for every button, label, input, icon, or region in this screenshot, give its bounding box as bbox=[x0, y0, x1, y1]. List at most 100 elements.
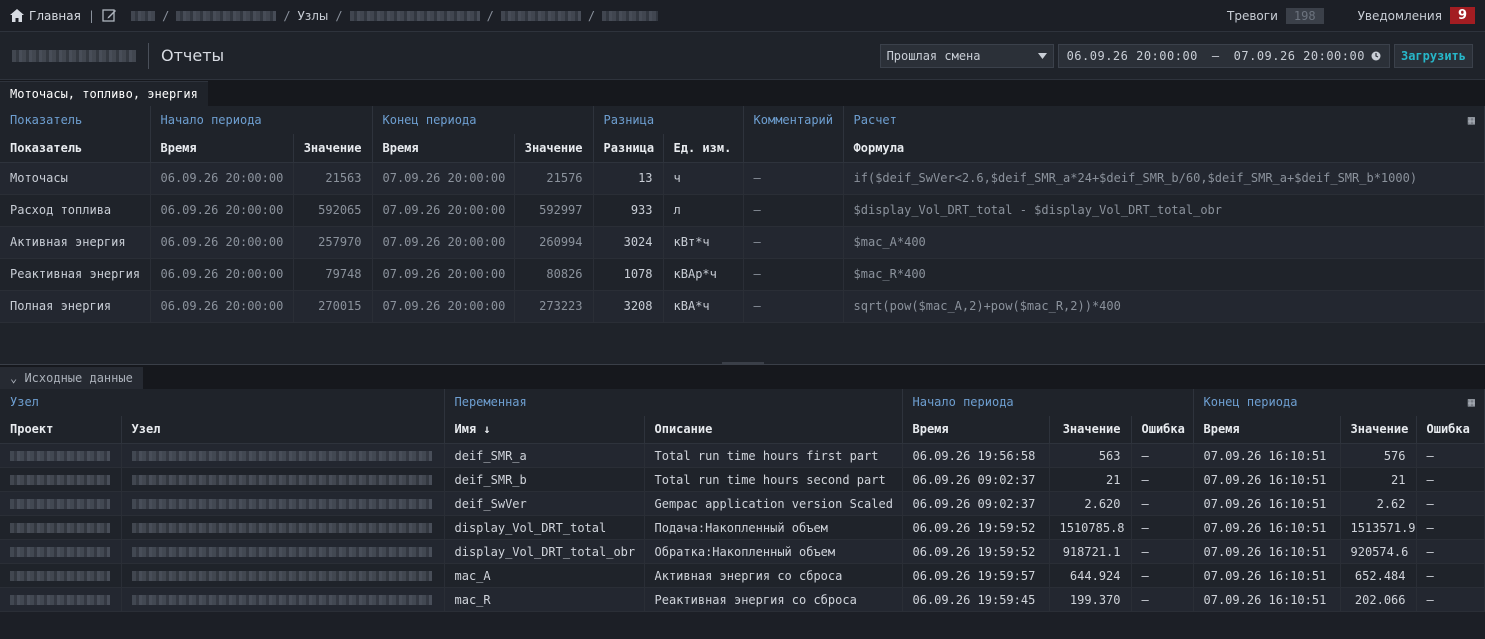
report-tabs: Моточасы, топливо, энергия bbox=[0, 80, 1485, 106]
cell-indicator: Расход топлива bbox=[0, 194, 151, 227]
breadcrumb-redacted[interactable] bbox=[176, 10, 277, 21]
col-comment[interactable] bbox=[743, 134, 844, 163]
breadcrumb-redacted[interactable] bbox=[602, 10, 659, 21]
cell-start-value: 563 bbox=[1049, 443, 1132, 468]
source-tabs: ⌄ Исходные данные bbox=[0, 364, 1485, 389]
breadcrumb-redacted[interactable] bbox=[500, 10, 581, 21]
breadcrumb-nodes[interactable]: Узлы bbox=[298, 9, 329, 23]
cell-project-redacted bbox=[0, 467, 122, 492]
cell-formula: $mac_R*400 bbox=[843, 258, 1485, 291]
cell-comment: — bbox=[743, 258, 844, 291]
group-node[interactable]: Узел bbox=[0, 388, 445, 416]
cell-formula: sqrt(pow($mac_A,2)+pow($mac_R,2))*400 bbox=[843, 290, 1485, 323]
splitter-handle[interactable] bbox=[0, 322, 1485, 365]
group-indicator[interactable]: Показатель bbox=[0, 106, 151, 134]
cell-start-time: 06.09.26 19:59:45 bbox=[902, 587, 1050, 612]
alarms-label[interactable]: Тревоги bbox=[1227, 9, 1278, 23]
table-row[interactable]: Активная энергия 06.09.26 20:00:00 257970 0… bbox=[0, 226, 1485, 259]
col-start-value[interactable]: Значение bbox=[293, 134, 373, 163]
group-difference[interactable]: Разница bbox=[593, 106, 744, 134]
cell-comment: — bbox=[743, 290, 844, 323]
column-settings-icon[interactable]: ▦ bbox=[1468, 395, 1475, 409]
cell-start-time: 06.09.26 19:59:57 bbox=[902, 563, 1050, 588]
group-variable[interactable]: Переменная bbox=[444, 388, 903, 416]
col-src-end-value[interactable]: Значение bbox=[1340, 415, 1417, 444]
alarms-count-badge[interactable]: 198 bbox=[1285, 7, 1324, 24]
group-comment[interactable]: Комментарий bbox=[743, 106, 844, 134]
group-period-end[interactable]: Конец периода bbox=[372, 106, 594, 134]
breadcrumb-redacted[interactable] bbox=[131, 10, 156, 21]
col-name-sorted[interactable]: Имя ↓ bbox=[444, 415, 645, 444]
col-src-start-value[interactable]: Значение bbox=[1049, 415, 1132, 444]
cell-end-time: 07.09.26 20:00:00 bbox=[372, 162, 515, 195]
source-data-toggle[interactable]: ⌄ Исходные данные bbox=[0, 366, 143, 389]
cell-end-value: 2.62 bbox=[1340, 491, 1417, 516]
cell-name: mac_R bbox=[444, 587, 645, 612]
notifications-count-badge[interactable]: 9 bbox=[1449, 7, 1475, 24]
cell-difference: 13 bbox=[593, 162, 664, 195]
col-node[interactable]: Узел bbox=[121, 415, 445, 444]
col-src-end-error[interactable]: Ошибка bbox=[1416, 415, 1485, 444]
cell-end-error: — bbox=[1416, 539, 1485, 564]
home-link[interactable]: Главная bbox=[10, 9, 81, 23]
notifications-label[interactable]: Уведомления bbox=[1358, 9, 1442, 23]
cell-start-value: 199.370 bbox=[1049, 587, 1132, 612]
table-row[interactable]: display_Vol_DRT_total_obr Обратка:Накопле… bbox=[0, 539, 1485, 564]
cell-end-time: 07.09.26 16:10:51 bbox=[1193, 563, 1341, 588]
cell-start-time: 06.09.26 20:00:00 bbox=[150, 290, 294, 323]
source-table: Узел Переменная Начало периода Конец пер… bbox=[0, 388, 1485, 612]
table-row[interactable]: display_Vol_DRT_total Подача:Накопленный … bbox=[0, 515, 1485, 540]
period-select[interactable]: Прошлая смена bbox=[879, 43, 1054, 68]
table-row[interactable]: deif_SwVer Gempac application version Sca… bbox=[0, 491, 1485, 516]
col-src-end-time[interactable]: Время bbox=[1193, 415, 1341, 444]
group-period-start[interactable]: Начало периода bbox=[150, 106, 373, 134]
cell-start-time: 06.09.26 19:59:52 bbox=[902, 539, 1050, 564]
edit-icon[interactable] bbox=[102, 8, 117, 23]
cell-description: Total run time hours second part bbox=[644, 467, 903, 492]
col-indicator[interactable]: Показатель bbox=[0, 134, 151, 163]
cell-end-value: 273223 bbox=[514, 290, 594, 323]
table-row[interactable]: Реактивная энергия 06.09.26 20:00:00 79748… bbox=[0, 258, 1485, 291]
top-bar: Главная | / / Узлы / / / Тревоги 198 Уве… bbox=[0, 0, 1485, 32]
cell-start-value: 21 bbox=[1049, 467, 1132, 492]
col-description[interactable]: Описание bbox=[644, 415, 903, 444]
col-src-start-time[interactable]: Время bbox=[902, 415, 1050, 444]
col-end-value[interactable]: Значение bbox=[514, 134, 594, 163]
col-project[interactable]: Проект bbox=[0, 415, 122, 444]
table-row[interactable]: Полная энергия 06.09.26 20:00:00 270015 07.… bbox=[0, 290, 1485, 323]
table-row[interactable]: deif_SMR_a Total run time hours first par… bbox=[0, 443, 1485, 468]
tab-motor-hours[interactable]: Моточасы, топливо, энергия bbox=[0, 81, 208, 106]
col-start-time[interactable]: Время bbox=[150, 134, 294, 163]
table-row[interactable]: mac_R Реактивная энергия со сброса 06.09.2… bbox=[0, 587, 1485, 612]
group-calculation[interactable]: Расчет ▦ bbox=[843, 106, 1485, 134]
col-src-start-error[interactable]: Ошибка bbox=[1131, 415, 1194, 444]
table-row[interactable]: deif_SMR_b Total run time hours second pa… bbox=[0, 467, 1485, 492]
cell-unit: л bbox=[663, 194, 744, 227]
group-source-start[interactable]: Начало периода bbox=[902, 388, 1194, 416]
col-unit[interactable]: Ед. изм. bbox=[663, 134, 744, 163]
cell-indicator: Полная энергия bbox=[0, 290, 151, 323]
period-controls: Прошлая смена 06.09.26 20:00:00 — 07.09.… bbox=[879, 43, 1473, 68]
cell-name: deif_SMR_b bbox=[444, 467, 645, 492]
load-button[interactable]: Загрузить bbox=[1393, 43, 1473, 68]
table-row[interactable]: mac_A Активная энергия со сброса 06.09.26 … bbox=[0, 563, 1485, 588]
table-row[interactable]: Моточасы 06.09.26 20:00:00 21563 07.09.26 2… bbox=[0, 162, 1485, 195]
cell-end-value: 80826 bbox=[514, 258, 594, 291]
cell-node-redacted bbox=[121, 491, 445, 516]
group-source-end[interactable]: Конец периода ▦ bbox=[1193, 388, 1485, 416]
column-settings-icon[interactable]: ▦ bbox=[1468, 113, 1475, 127]
date-range-dash: — bbox=[1211, 48, 1220, 63]
cell-start-value: 592065 bbox=[293, 194, 373, 227]
cell-start-value: 644.924 bbox=[1049, 563, 1132, 588]
col-difference[interactable]: Разница bbox=[593, 134, 664, 163]
table-row[interactable]: Расход топлива 06.09.26 20:00:00 592065 07.… bbox=[0, 194, 1485, 227]
cell-start-time: 06.09.26 09:02:37 bbox=[902, 491, 1050, 516]
clock-icon[interactable] bbox=[1371, 51, 1381, 61]
cell-description: Реактивная энергия со сброса bbox=[644, 587, 903, 612]
cell-name: display_Vol_DRT_total bbox=[444, 515, 645, 540]
col-end-time[interactable]: Время bbox=[372, 134, 515, 163]
breadcrumb-redacted[interactable] bbox=[349, 10, 480, 21]
date-range-input[interactable]: 06.09.26 20:00:00 — 07.09.26 20:00:00 bbox=[1057, 43, 1390, 68]
col-formula[interactable]: Формула bbox=[843, 134, 1485, 163]
cell-indicator: Моточасы bbox=[0, 162, 151, 195]
